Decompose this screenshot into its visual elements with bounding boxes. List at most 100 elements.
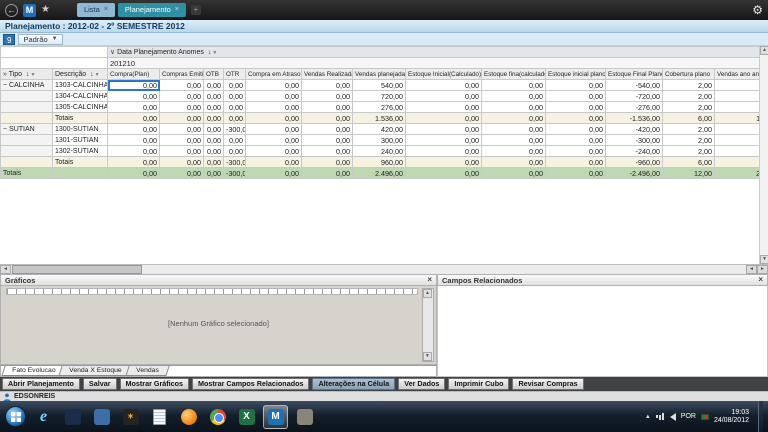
grid-cell[interactable]: 0,00 — [246, 157, 302, 168]
grid-cell[interactable]: 0,00 — [406, 124, 482, 135]
grid-cell[interactable]: 0,00 — [406, 80, 482, 91]
grid-cell[interactable]: 0,00 — [302, 124, 353, 135]
column-header-measure-10[interactable]: Estoque Final Plano — [606, 69, 663, 80]
grid-cell[interactable]: 2,00 — [663, 102, 715, 113]
scrollbar-thumb[interactable] — [12, 265, 142, 274]
grid-cell[interactable]: 0,00 — [482, 168, 546, 179]
chart-vertical-scrollbar[interactable]: ▲ ▼ — [422, 288, 434, 362]
row-descricao-cell[interactable]: 1304-CALCINHA — [53, 91, 108, 102]
scroll-left2-icon[interactable]: ◄ — [746, 265, 757, 274]
grid-cell[interactable]: 0,00 — [204, 168, 224, 179]
grid-cell[interactable]: 0,00 — [108, 124, 160, 135]
grid-cell[interactable]: 1.536,00 — [353, 113, 406, 124]
grid-cell[interactable]: 0,00 — [546, 91, 606, 102]
grid-cell[interactable]: 2,00 — [663, 91, 715, 102]
show-desktop-button[interactable] — [758, 401, 763, 432]
grid-cell[interactable]: -300,00 — [606, 135, 663, 146]
sheet-tab-fato-evolucao[interactable]: Fato Evolucao — [1, 366, 66, 376]
column-header-measure-2[interactable]: OTB — [204, 69, 224, 80]
gear-icon[interactable]: ⚙ — [752, 3, 763, 17]
row-descricao-cell[interactable]: Totais — [53, 157, 108, 168]
start-button[interactable] — [5, 406, 26, 427]
network-icon[interactable] — [656, 413, 665, 420]
row-group-cell[interactable]: − CALCINHA — [1, 80, 53, 91]
grid-cell[interactable]: 0,00 — [302, 91, 353, 102]
grid-cell[interactable]: 0,00 — [224, 80, 246, 91]
column-header-measure-9[interactable]: Estoque inicial plano — [546, 69, 606, 80]
chart-scroll-down-icon[interactable]: ▼ — [423, 352, 432, 361]
new-tab-button[interactable]: + — [191, 5, 201, 15]
column-header-measure-0[interactable]: Compra(Plan) — [108, 69, 160, 80]
grid-cell[interactable]: 0,00 — [546, 157, 606, 168]
row-descricao-cell[interactable]: 1301-SUTIAN — [53, 135, 108, 146]
grid-cell[interactable]: 6,00 — [663, 157, 715, 168]
grid-cell[interactable]: 0,00 — [224, 146, 246, 157]
grid-cell[interactable]: 0,00 — [482, 102, 546, 113]
grid-cell[interactable]: 0,00 — [108, 146, 160, 157]
alterações-na-célula-button[interactable]: Alterações na Célula — [312, 378, 395, 390]
grid-horizontal-scrollbar[interactable]: ◄ ◄ ► — [0, 264, 768, 274]
filter-icon[interactable]: ▼ — [212, 50, 217, 56]
ver-dados-button[interactable]: Ver Dados — [398, 378, 445, 390]
grid-cell[interactable]: 0,00 — [406, 157, 482, 168]
grid-cell[interactable]: 0,00 — [160, 157, 204, 168]
language-indicator[interactable]: POR — [681, 413, 696, 420]
excel-icon[interactable]: X — [234, 405, 259, 429]
column-header-measure-6[interactable]: Vendas planejadas — [353, 69, 406, 80]
row-group-cell[interactable] — [1, 102, 53, 113]
column-header-tipo[interactable]: » Tipo ↓▼ — [1, 69, 53, 80]
favorites-icon[interactable]: ★ — [41, 5, 50, 15]
internet-explorer-icon[interactable]: e — [31, 405, 56, 429]
column-header-date[interactable]: ∨ Data Planejamento Anomes ↓▼ — [108, 47, 768, 58]
grid-cell[interactable]: 0,00 — [160, 102, 204, 113]
photo-app-icon[interactable]: ✶ — [118, 405, 143, 429]
grid-cell[interactable]: 0,00 — [204, 113, 224, 124]
grid-cell[interactable]: 0,00 — [204, 157, 224, 168]
grid-cell[interactable]: 0,00 — [204, 124, 224, 135]
microstrategy-icon[interactable]: M — [263, 405, 288, 429]
grid-cell[interactable]: -300,00 — [224, 157, 246, 168]
grid-cell[interactable]: 0,00 — [302, 168, 353, 179]
grid-cell[interactable]: 0,00 — [406, 102, 482, 113]
column-header-measure-4[interactable]: Compra em Atraso — [246, 69, 302, 80]
grid-cell[interactable]: 0,00 — [406, 135, 482, 146]
row-descricao-cell[interactable]: 1305-CALCINHA — [53, 102, 108, 113]
grid-cell[interactable]: -960,00 — [606, 157, 663, 168]
grid-cell[interactable]: 0,00 — [546, 135, 606, 146]
flag-icon[interactable] — [701, 414, 709, 420]
grid-cell[interactable]: -240,00 — [606, 146, 663, 157]
grid-cell[interactable]: 0,00 — [482, 124, 546, 135]
grid-cell[interactable]: 0,00 — [160, 135, 204, 146]
grid-cell[interactable]: 0,00 — [204, 80, 224, 91]
imprimir-cubo-button[interactable]: Imprimir Cubo — [448, 378, 509, 390]
tab-lista[interactable]: Lista× — [77, 3, 115, 17]
row-group-cell[interactable] — [1, 91, 53, 102]
grid-cell[interactable]: 0,00 — [108, 113, 160, 124]
grid-cell[interactable]: 0,00 — [406, 91, 482, 102]
grid-cell[interactable]: 0,00 — [302, 135, 353, 146]
grid-cell[interactable]: -300,00 — [224, 168, 246, 179]
grid-cell[interactable]: 0,00 — [160, 168, 204, 179]
row-group-cell[interactable] — [1, 146, 53, 157]
grid-cell[interactable]: 420,00 — [353, 124, 406, 135]
column-header-measure-8[interactable]: Estoque fina(calculado) — [482, 69, 546, 80]
notepad-icon[interactable] — [147, 405, 172, 429]
grid-cell[interactable]: 0,00 — [546, 80, 606, 91]
grid-cell[interactable]: 0,00 — [160, 146, 204, 157]
sheet-tab-venda-x-estoque[interactable]: Venda X Estoque — [59, 366, 133, 376]
column-header-measure-11[interactable]: Cobertura plano — [663, 69, 715, 80]
grid-cell[interactable]: 0,00 — [224, 102, 246, 113]
grid-cell[interactable]: 0,00 — [224, 113, 246, 124]
grid-cell[interactable]: 960,00 — [353, 157, 406, 168]
grid-cell[interactable]: -1.536,00 — [606, 113, 663, 124]
back-icon[interactable]: ← — [5, 4, 18, 17]
scroll-left-icon[interactable]: ◄ — [0, 265, 11, 274]
grid-cell[interactable]: 0,00 — [108, 168, 160, 179]
grid-cell[interactable]: 0,00 — [204, 146, 224, 157]
grid-cell[interactable]: 0,00 — [108, 80, 160, 91]
grid-cell[interactable]: -540,00 — [606, 80, 663, 91]
grid-vertical-scrollbar[interactable]: ▲ ▼ — [759, 46, 768, 264]
scroll-right-icon[interactable]: ► — [757, 265, 768, 274]
abrir-planejamento-button[interactable]: Abrir Planejamento — [2, 378, 80, 390]
chrome-icon[interactable] — [205, 405, 230, 429]
